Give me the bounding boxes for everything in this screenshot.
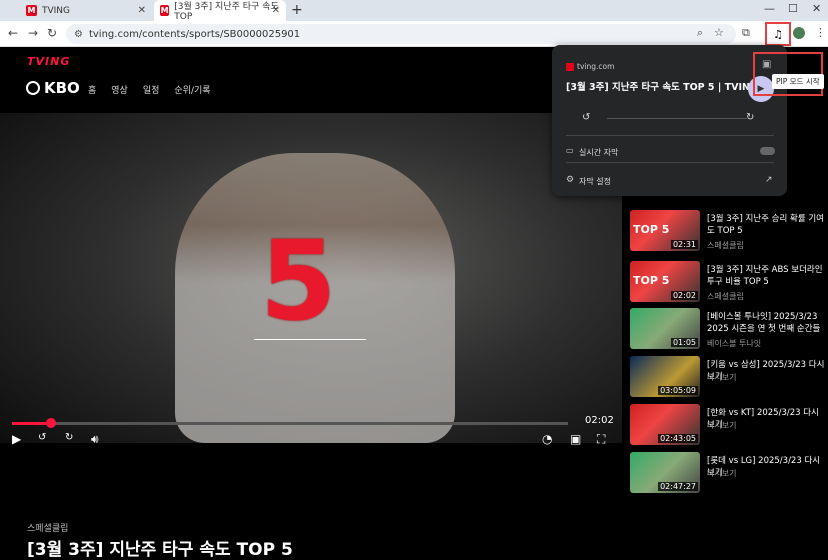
item-title: [베이스볼 투나잇] 2025/3/23 2025 시즌을 연 첫 번째 순간들: [707, 312, 821, 334]
item-sub: 베이스볼 투나잇: [707, 339, 762, 348]
profile-avatar[interactable]: [793, 27, 805, 39]
list-item[interactable]: TOP 5 02:31 [3월 3주] 지난주 승리 확률 기여도 TOP 5 스…: [630, 210, 828, 255]
video-progress-bar[interactable]: [12, 418, 568, 428]
live-captions-label: 실시간 자막: [579, 148, 619, 157]
tab-tving[interactable]: M TVING ✕: [20, 0, 152, 21]
item-title: [3월 3주] 지난주 ABS 보더라인 투구 비율 TOP 5: [707, 265, 823, 287]
nav-videos[interactable]: 영상: [111, 83, 128, 96]
fullscreen-icon[interactable]: ⛶: [597, 432, 605, 447]
tving-favicon-icon: M: [26, 5, 37, 16]
pip-icon[interactable]: ▣: [570, 432, 581, 446]
site-info-icon[interactable]: ⚙: [74, 29, 83, 40]
close-tab-icon[interactable]: ✕: [272, 5, 280, 16]
pip-start-icon[interactable]: ▣: [762, 59, 771, 70]
thumbnail: 02:47:27: [630, 452, 700, 493]
speed-icon[interactable]: ◔: [542, 432, 552, 446]
close-window-button[interactable]: ✕: [812, 2, 821, 15]
pip-tooltip: PIP 모드 시작: [772, 74, 824, 89]
list-item[interactable]: 01:05 [베이스볼 투나잇] 2025/3/23 2025 시즌을 연 첫 …: [630, 308, 828, 353]
video-category: 스페셜클립: [27, 524, 69, 534]
video-player[interactable]: 5: [0, 113, 622, 443]
close-tab-icon[interactable]: ✕: [138, 5, 146, 16]
back-button[interactable]: ←: [8, 26, 18, 40]
thumbnail: TOP 5 02:02: [630, 261, 700, 302]
rewind-10-icon[interactable]: ↺: [38, 432, 46, 443]
tving-favicon-icon: M: [160, 5, 170, 16]
duration-badge: 02:47:27: [658, 482, 698, 491]
popup-seek-forward-icon[interactable]: ↻: [746, 112, 754, 123]
media-control-button[interactable]: ♫: [765, 22, 791, 46]
thumbnail: 02:43:05: [630, 404, 700, 445]
list-item[interactable]: TOP 5 02:02 [3월 3주] 지난주 ABS 보더라인 투구 비율 TO…: [630, 261, 828, 306]
item-sub: 스페셜클립: [707, 241, 744, 250]
main-nav: 홈 영상 일정 순위/기록: [88, 83, 211, 96]
thumbnail: 01:05: [630, 308, 700, 349]
item-sub: 다시보기: [707, 373, 737, 382]
address-bar[interactable]: ⚙ tving.com/contents/sports/SB0000025901: [66, 24, 736, 44]
volume-icon[interactable]: 🔊︎: [91, 432, 99, 447]
item-sub: 다시보기: [707, 421, 737, 430]
nav-standings[interactable]: 순위/기록: [174, 83, 210, 96]
kbo-label: KBO: [44, 79, 80, 97]
tab-video[interactable]: M [3월 3주] 지난주 타구 속도 TOP ✕: [154, 0, 286, 22]
duration-badge: 01:05: [670, 338, 698, 347]
minimize-button[interactable]: —: [764, 2, 775, 15]
bookmark-star-icon[interactable]: ☆: [714, 26, 724, 39]
caption-settings-link[interactable]: 자막 설정: [579, 176, 611, 187]
nav-schedule[interactable]: 일정: [143, 83, 160, 96]
media-control-icon: ♫: [773, 27, 783, 41]
settings-gear-icon: ⚙: [566, 175, 575, 185]
browser-toolbar: ← → ↻ ⚙ tving.com/contents/sports/SB0000…: [0, 21, 828, 47]
overlay-number: 5: [260, 217, 337, 345]
video-time: 02:02: [585, 415, 614, 426]
new-tab-button[interactable]: +: [291, 2, 303, 18]
nav-home[interactable]: 홈: [88, 83, 96, 96]
media-controls-popup: tving.com [3월 3주] 지난주 타구 속도 TOP 5 | TVIN…: [552, 45, 787, 196]
url-text: tving.com/contents/sports/SB0000025901: [88, 28, 301, 40]
menu-icon[interactable]: ⋮: [815, 26, 826, 39]
duration-badge: 02:43:05: [658, 434, 698, 443]
extensions-icon[interactable]: ⧉: [742, 26, 750, 40]
open-external-icon[interactable]: ↗: [765, 175, 773, 185]
list-item[interactable]: 02:47:27 [롯데 vs LG] 2025/3/23 다시보기 다시보기: [630, 452, 828, 497]
duration-badge: 02:31: [670, 240, 698, 249]
tab-label: [3월 3주] 지난주 타구 속도 TOP: [174, 2, 279, 22]
list-item[interactable]: 02:43:05 [한화 vs KT] 2025/3/23 다시보기 다시보기: [630, 404, 828, 449]
video-title: [3월 3주] 지난주 타구 속도 TOP 5: [27, 540, 293, 560]
progress-knob[interactable]: [45, 418, 56, 428]
forward-button[interactable]: →: [28, 26, 38, 40]
tving-logo[interactable]: TVING: [27, 55, 70, 68]
divider: [566, 162, 774, 163]
kbo-logo[interactable]: KBO: [26, 79, 80, 97]
duration-badge: 02:02: [670, 291, 698, 300]
popup-title: [3월 3주] 지난주 타구 속도 TOP 5 | TVING: [566, 82, 758, 93]
duration-badge: 03:05:09: [658, 386, 698, 395]
reload-button[interactable]: ↻: [47, 26, 57, 40]
kbo-ball-icon: [26, 81, 40, 95]
play-icon[interactable]: ▶: [12, 432, 21, 446]
popup-site: tving.com: [566, 62, 614, 71]
site-favicon-icon: [566, 62, 574, 71]
item-sub: 스페셜클립: [707, 292, 744, 301]
popup-seek-back-icon[interactable]: ↺: [582, 112, 590, 123]
zoom-icon[interactable]: ⌕: [697, 26, 703, 40]
item-sub: 다시보기: [707, 469, 737, 478]
item-title: [3월 3주] 지난주 승리 확률 기여도 TOP 5: [707, 214, 824, 236]
thumbnail: TOP 5 02:31: [630, 210, 700, 251]
divider: [566, 135, 774, 136]
overlay-underline: [254, 339, 366, 340]
tab-label: TVING: [42, 5, 71, 16]
tab-strip: M TVING ✕ M [3월 3주] 지난주 타구 속도 TOP ✕ + — …: [0, 0, 828, 22]
maximize-button[interactable]: ☐: [788, 2, 798, 15]
forward-10-icon[interactable]: ↻: [65, 432, 73, 443]
captions-icon: ▭: [566, 146, 574, 155]
thumbnail: 03:05:09: [630, 356, 700, 397]
popup-seek-bar[interactable]: [607, 118, 747, 119]
live-captions-toggle[interactable]: [760, 147, 775, 155]
list-item[interactable]: 03:05:09 [키움 vs 삼성] 2025/3/23 다시보기 다시보기: [630, 356, 828, 401]
